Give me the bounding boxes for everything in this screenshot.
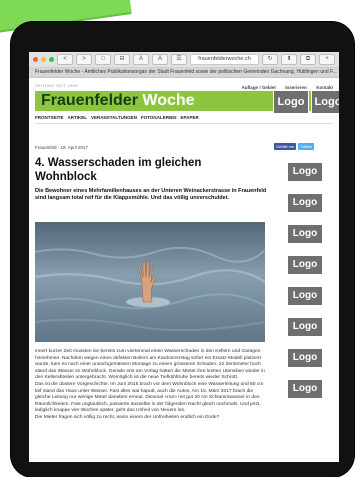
main-nav: FRONTSEITE ARTIKEL VERANSTALTUNGEN FOTOG… — [35, 115, 333, 124]
article-body: innert kurzer Zeit mussten sie bereits z… — [35, 349, 267, 422]
brand-accent: Woche — [142, 92, 195, 109]
nav-artikel[interactable]: ARTIKEL — [68, 115, 88, 120]
header-logo-1: Logo — [273, 90, 309, 114]
close-window-icon[interactable] — [33, 57, 38, 62]
article-photo — [35, 222, 265, 342]
sidebar-toggle-button[interactable]: □ — [95, 54, 111, 65]
share-button[interactable]: ⬆ — [281, 54, 297, 65]
article-paragraph: Das ist die düstere Vorgeschichte. Im Ju… — [35, 381, 264, 414]
browser-toolbar: < > □ ⊟ A A ☰ frauenfelderwoche.ch ↻ ⬆ ⧉… — [29, 52, 339, 68]
header-logo-2: Logo — [311, 90, 339, 114]
nav-frontseite[interactable]: FRONTSEITE — [35, 115, 64, 120]
sidebar-logo-2[interactable]: Logo — [287, 193, 323, 213]
nav-fotogalerien[interactable]: FOTOGALERIEN — [141, 115, 177, 120]
facebook-like-button[interactable]: Gefällt mir — [274, 143, 297, 150]
tagline: ZEITUNG SEIT 1905 — [35, 82, 78, 88]
tabs-overview-button[interactable]: ⊟ — [114, 54, 130, 65]
text-larger-button[interactable]: A — [152, 54, 168, 65]
text-smaller-button[interactable]: A — [133, 54, 149, 65]
maximize-window-icon[interactable] — [49, 57, 54, 62]
tablet-frame: < > □ ⊟ A A ☰ frauenfelderwoche.ch ↻ ⬆ ⧉… — [11, 22, 354, 477]
article-headline: 4. Wasserschaden im gleichen Wohnblock — [35, 157, 202, 183]
sidebar-logo-8[interactable]: Logo — [287, 379, 323, 399]
browser-screen: < > □ ⊟ A A ☰ frauenfelderwoche.ch ↻ ⬆ ⧉… — [29, 52, 339, 462]
article-lead: Die Bewohner eines Mehrfamilienhauses an… — [35, 188, 267, 201]
minimize-window-icon[interactable] — [41, 57, 46, 62]
nav-epaper[interactable]: EPAPER — [181, 115, 199, 120]
new-window-button[interactable]: ⧉ — [300, 54, 316, 65]
reload-button[interactable]: ↻ — [262, 54, 278, 65]
link-auflage[interactable]: Auflage / Gebiet — [242, 85, 276, 90]
sidebar-logo-1[interactable]: Logo — [287, 162, 323, 182]
article-paragraph: innert kurzer Zeit mussten sie bereits z… — [35, 349, 265, 381]
share-buttons: Gefällt mir Twitter — [274, 143, 315, 150]
address-bar[interactable]: frauenfelderwoche.ch — [190, 54, 259, 65]
sidebar-logo-6[interactable]: Logo — [287, 317, 323, 337]
nav-veranstaltungen[interactable]: VERANSTALTUNGEN — [91, 115, 137, 120]
article-paragraph: Die Mieter fragen sich völlig zu recht, … — [35, 414, 220, 420]
drowning-hand-photo — [35, 222, 265, 342]
utility-bar: ZEITUNG SEIT 1905 Auflage / Gebiet Inser… — [29, 78, 339, 91]
back-button[interactable]: < — [57, 54, 73, 65]
sidebar-logo-7[interactable]: Logo — [287, 348, 323, 368]
site-logo[interactable]: Frauenfelder Woche — [41, 92, 195, 110]
sidebar-logo-4[interactable]: Logo — [287, 255, 323, 275]
forward-button[interactable]: > — [76, 54, 92, 65]
sidebar-logo-5[interactable]: Logo — [287, 286, 323, 306]
twitter-button[interactable]: Twitter — [298, 143, 315, 150]
sidebar-logo-3[interactable]: Logo — [287, 224, 323, 244]
masthead: Frauenfelder Woche Logo Logo — [35, 90, 339, 114]
new-tab-button[interactable]: + — [319, 54, 335, 65]
brand-main: Frauenfelder — [41, 92, 138, 109]
reader-button[interactable]: ☰ — [171, 54, 187, 65]
article-dateline: Frauenfeld - 18. April 2017 — [35, 145, 89, 150]
